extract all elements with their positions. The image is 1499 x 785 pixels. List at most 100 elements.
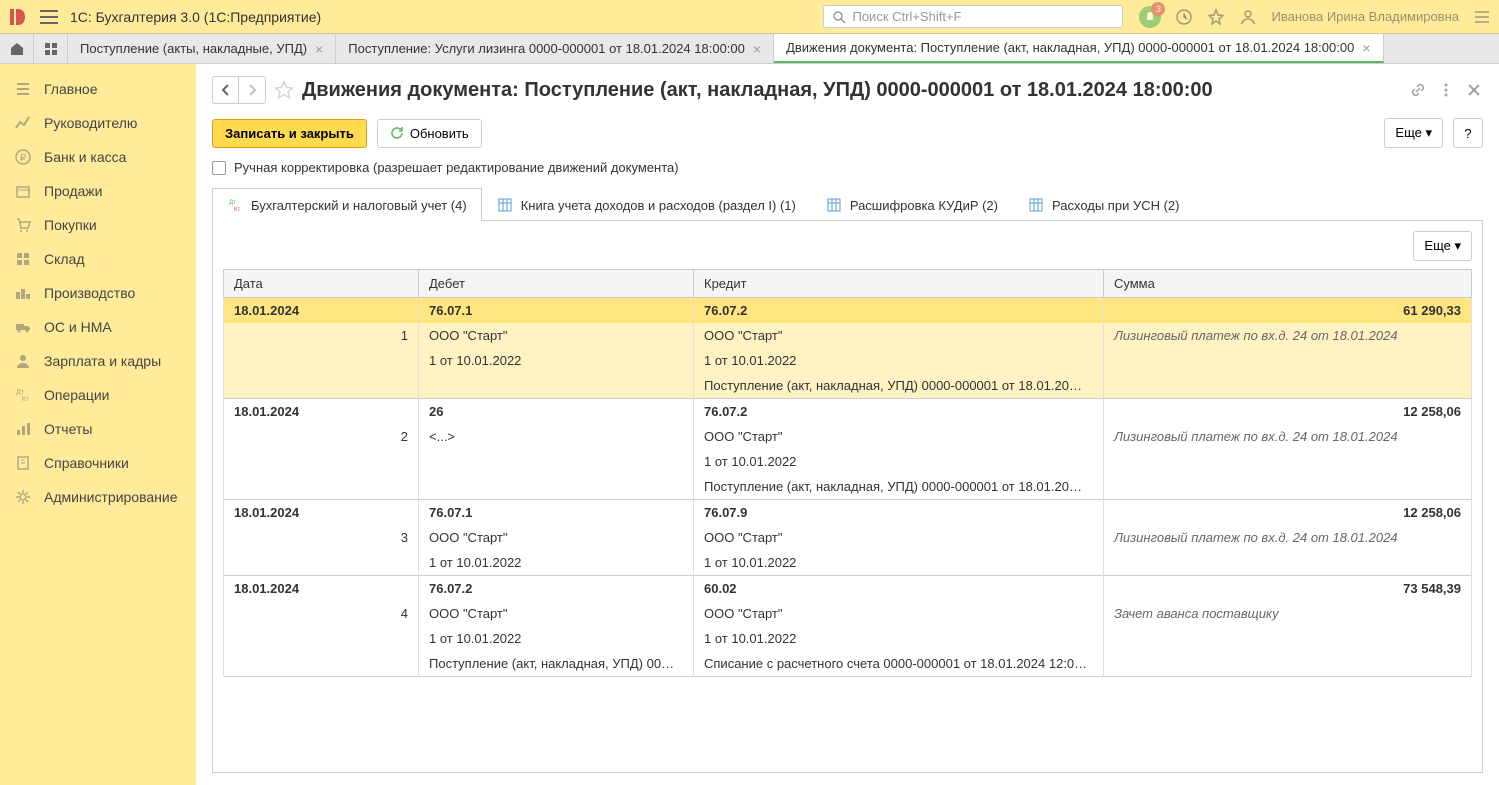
description: Зачет аванса поставщику — [1104, 601, 1472, 626]
credit-sub2: 1 от 10.01.2022 — [694, 550, 1104, 576]
col-date[interactable]: Дата — [224, 270, 419, 298]
credit-account: 60.02 — [694, 576, 1104, 601]
table-toolbar: Еще ▾ — [223, 231, 1472, 261]
content-tab-usn[interactable]: Расходы при УСН (2) — [1013, 188, 1195, 221]
col-credit[interactable]: Кредит — [694, 270, 1104, 298]
manual-edit-checkbox[interactable] — [212, 161, 226, 175]
manual-edit-row: Ручная корректировка (разрешает редактир… — [212, 160, 1483, 175]
table-row[interactable]: 1 от 10.01.2022 — [224, 449, 1472, 474]
more-icon[interactable] — [1437, 81, 1455, 99]
content-tab-income-book[interactable]: Книга учета доходов и расходов (раздел I… — [482, 188, 811, 221]
sidebar-label: Главное — [44, 81, 98, 97]
sidebar-item-assets[interactable]: ОС и НМА — [0, 310, 196, 344]
arrow-right-icon — [245, 83, 259, 97]
sidebar-item-operations[interactable]: ДтКт Операции — [0, 378, 196, 412]
table-row[interactable]: 18.01.2024 76.07.1 76.07.2 61 290,33 — [224, 298, 1472, 324]
sidebar-item-hr[interactable]: Зарплата и кадры — [0, 344, 196, 378]
back-button[interactable] — [213, 77, 239, 103]
table-row[interactable]: 18.01.2024 76.07.2 60.02 73 548,39 — [224, 576, 1472, 601]
credit-sub2: 1 от 10.01.2022 — [694, 449, 1104, 474]
close-icon[interactable]: × — [315, 41, 323, 57]
sidebar-item-reports[interactable]: Отчеты — [0, 412, 196, 446]
manual-edit-label: Ручная корректировка (разрешает редактир… — [234, 160, 679, 175]
save-close-button[interactable]: Записать и закрыть — [212, 119, 367, 148]
date-cell: 18.01.2024 — [224, 399, 419, 424]
description: Лизинговый платеж по вх.д. 24 от 18.01.2… — [1104, 525, 1472, 550]
gear-icon — [14, 488, 32, 506]
list-icon — [14, 80, 32, 98]
credit-sub2: 1 от 10.01.2022 — [694, 626, 1104, 651]
credit-sub3: Списание с расчетного счета 0000-000001 … — [694, 651, 1104, 677]
help-button[interactable]: ? — [1453, 118, 1483, 148]
sidebar-item-warehouse[interactable]: Склад — [0, 242, 196, 276]
debit-account: 76.07.2 — [419, 576, 694, 601]
tab-item-0[interactable]: Поступление (акты, накладные, УПД) × — [68, 34, 336, 63]
more-button[interactable]: Еще ▾ — [1384, 118, 1443, 148]
tab-item-2[interactable]: Движения документа: Поступление (акт, на… — [774, 34, 1383, 63]
tab-label: Поступление (акты, накладные, УПД) — [80, 41, 307, 56]
sidebar-label: Руководителю — [44, 115, 137, 131]
table-row[interactable]: 1 от 10.01.2022 1 от 10.01.2022 — [224, 626, 1472, 651]
search-input[interactable]: Поиск Ctrl+Shift+F — [823, 5, 1123, 28]
table-row[interactable]: Поступление (акт, накладная, УПД) 00… Сп… — [224, 651, 1472, 677]
table-row[interactable]: 1 ООО "Старт" ООО "Старт" Лизинговый пла… — [224, 323, 1472, 348]
table-row[interactable]: 4 ООО "Старт" ООО "Старт" Зачет аванса п… — [224, 601, 1472, 626]
row-number: 3 — [224, 525, 419, 550]
panels-tab[interactable] — [34, 34, 68, 63]
table-row[interactable]: Поступление (акт, накладная, УПД) 0000-0… — [224, 474, 1472, 500]
user-icon[interactable] — [1239, 8, 1257, 26]
debit-sub3: Поступление (акт, накладная, УПД) 00… — [419, 651, 694, 677]
table-row[interactable]: 18.01.2024 26 76.07.2 12 258,06 — [224, 399, 1472, 424]
star-icon[interactable] — [1207, 8, 1225, 26]
menu-icon[interactable] — [40, 10, 58, 24]
refresh-button[interactable]: Обновить — [377, 119, 482, 148]
tab-item-1[interactable]: Поступление: Услуги лизинга 0000-000001 … — [336, 34, 774, 63]
sidebar-item-manager[interactable]: Руководителю — [0, 106, 196, 140]
col-sum[interactable]: Сумма — [1104, 270, 1472, 298]
content-tab-kudir[interactable]: Расшифровка КУДиР (2) — [811, 188, 1013, 221]
close-icon[interactable] — [1465, 81, 1483, 99]
sidebar-item-sales[interactable]: Продажи — [0, 174, 196, 208]
content-tab-accounting[interactable]: ДтКт Бухгалтерский и налоговый учет (4) — [212, 188, 482, 221]
settings-icon[interactable] — [1473, 8, 1491, 26]
svg-text:Кт: Кт — [22, 396, 30, 403]
table-more-button[interactable]: Еще ▾ — [1413, 231, 1472, 261]
credit-sub1: ООО "Старт" — [694, 424, 1104, 449]
history-icon[interactable] — [1175, 8, 1193, 26]
notification-icon[interactable]: 3 — [1139, 6, 1161, 28]
table-row[interactable]: Поступление (акт, накладная, УПД) 0000-0… — [224, 373, 1472, 399]
sidebar-item-bank[interactable]: ₽ Банк и касса — [0, 140, 196, 174]
close-icon[interactable]: × — [1362, 40, 1370, 56]
sidebar-item-production[interactable]: Производство — [0, 276, 196, 310]
user-name: Иванова Ирина Владимировна — [1271, 9, 1459, 24]
sidebar-item-admin[interactable]: Администрирование — [0, 480, 196, 514]
table-wrapper: Еще ▾ Дата Дебет Кредит Сумма 18.01.2024… — [212, 221, 1483, 773]
table-row[interactable]: 3 ООО "Старт" ООО "Старт" Лизинговый пла… — [224, 525, 1472, 550]
sum-cell: 12 258,06 — [1104, 399, 1472, 424]
table-row[interactable]: 1 от 10.01.2022 1 от 10.01.2022 — [224, 348, 1472, 373]
sidebar-item-purchases[interactable]: Покупки — [0, 208, 196, 242]
col-debit[interactable]: Дебет — [419, 270, 694, 298]
debit-sub2: 1 от 10.01.2022 — [419, 348, 694, 373]
close-icon[interactable]: × — [753, 41, 761, 57]
sidebar-label: Администрирование — [44, 489, 178, 505]
app-title: 1С: Бухгалтерия 3.0 (1С:Предприятие) — [70, 9, 321, 25]
grid-icon — [14, 250, 32, 268]
table-row[interactable]: 1 от 10.01.2022 1 от 10.01.2022 — [224, 550, 1472, 576]
sidebar-item-main[interactable]: Главное — [0, 72, 196, 106]
sidebar-label: Банк и касса — [44, 149, 126, 165]
table-row[interactable]: 2 <...> ООО "Старт" Лизинговый платеж по… — [224, 424, 1472, 449]
sidebar-item-catalogs[interactable]: Справочники — [0, 446, 196, 480]
sidebar-label: Продажи — [44, 183, 102, 199]
page-actions — [1409, 81, 1483, 99]
debit-sub1: ООО "Старт" — [419, 601, 694, 626]
favorite-icon[interactable] — [274, 80, 294, 100]
link-icon[interactable] — [1409, 81, 1427, 99]
home-tab[interactable] — [0, 34, 34, 63]
table-row[interactable]: 18.01.2024 76.07.1 76.07.9 12 258,06 — [224, 500, 1472, 525]
box-icon — [14, 182, 32, 200]
date-cell: 18.01.2024 — [224, 500, 419, 525]
forward-button[interactable] — [239, 77, 265, 103]
top-header: 1С: Бухгалтерия 3.0 (1С:Предприятие) Пои… — [0, 0, 1499, 34]
debit-sub2: 1 от 10.01.2022 — [419, 550, 694, 576]
